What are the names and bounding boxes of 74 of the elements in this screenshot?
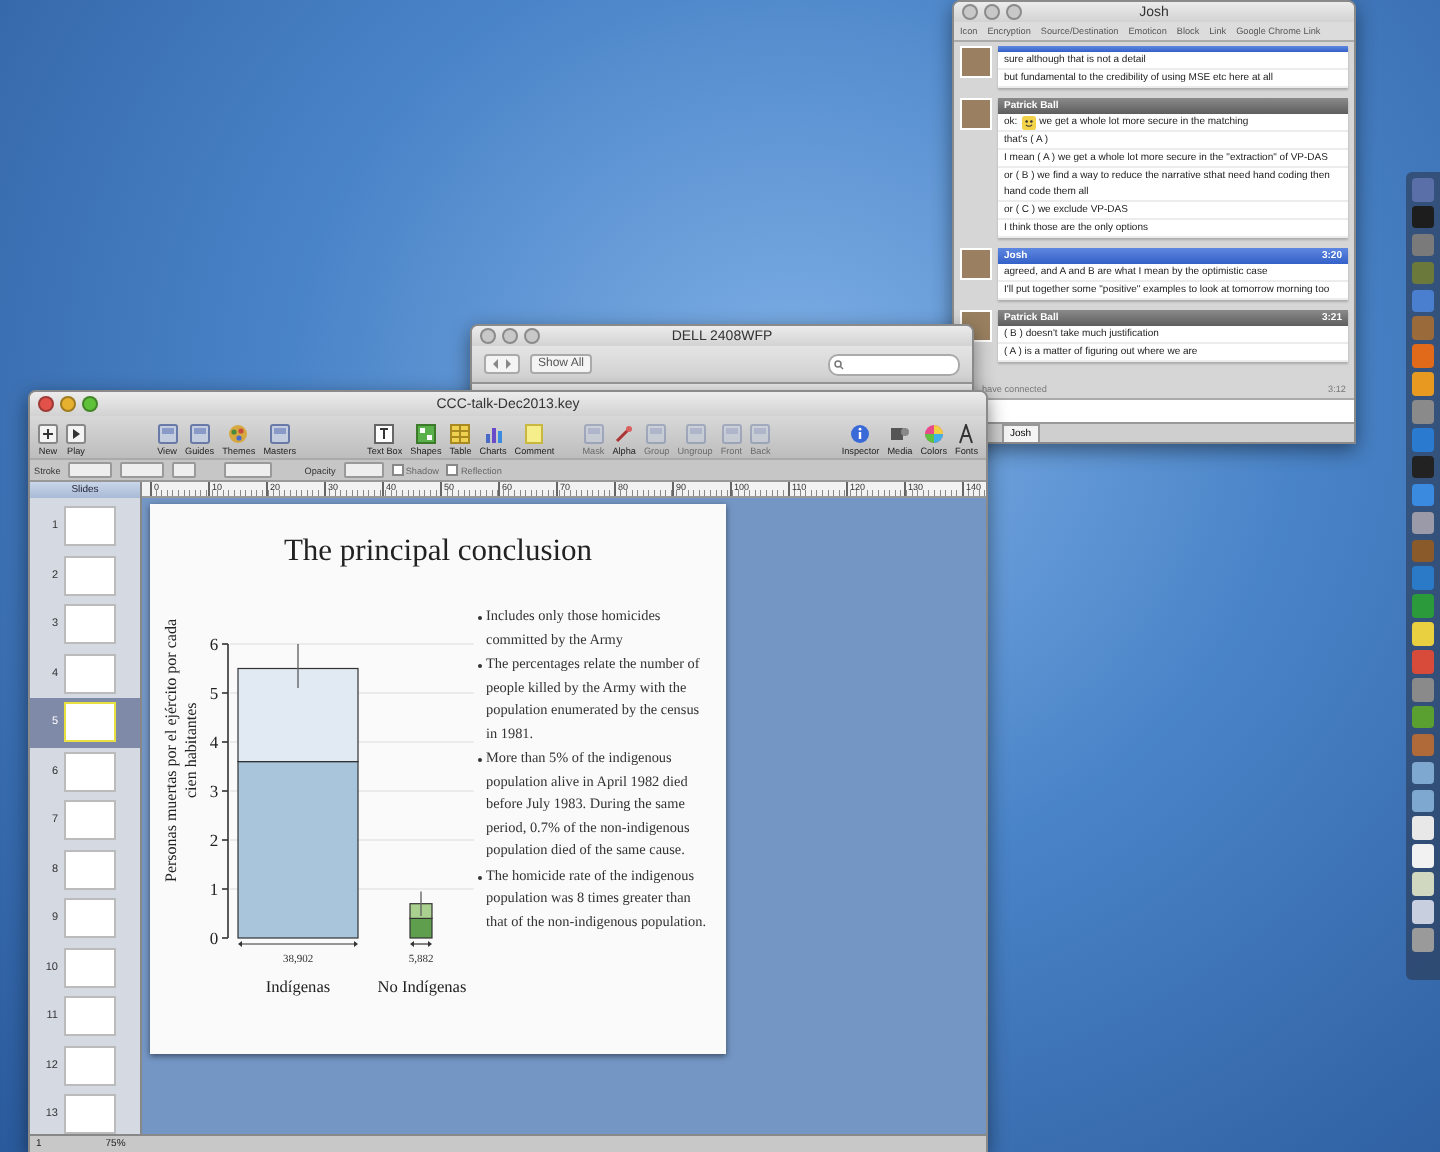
app-icon[interactable] [1411, 900, 1435, 924]
slide-thumbnail [64, 947, 116, 988]
window-icon [157, 424, 178, 444]
app-icon[interactable] [1411, 844, 1435, 868]
search-field[interactable] [828, 353, 960, 375]
slide-icon [269, 424, 290, 444]
avatar-placeholder [960, 98, 992, 130]
message-input-field[interactable] [988, 398, 1354, 422]
slide-thumbnail [64, 996, 116, 1037]
note-icon [524, 424, 545, 444]
close-button[interactable] [962, 4, 978, 20]
play-icon [66, 424, 86, 444]
tick-label: 6 [209, 634, 219, 654]
slide-thumbnail [64, 653, 116, 694]
slide-thumbnail [64, 604, 116, 645]
back-forward-button[interactable] [484, 354, 520, 374]
info-icon [850, 424, 871, 444]
shapes-icon [415, 424, 436, 444]
zoom-button[interactable] [82, 396, 98, 412]
tick-label: 5 [209, 683, 219, 703]
app-icon[interactable] [1411, 872, 1435, 896]
stroke-dropdown[interactable] [68, 462, 113, 478]
app-icon[interactable] [1411, 761, 1435, 785]
media-icon [889, 424, 910, 444]
color-wheel-icon [923, 424, 944, 444]
slide-thumbnail [64, 555, 116, 596]
category-label: Indígenas [265, 978, 331, 996]
slide-thumbnail [64, 1094, 116, 1134]
slide-thumbnail [64, 800, 116, 841]
search-icon [834, 359, 844, 369]
tick-label: 0 [209, 928, 219, 948]
text-box-icon [374, 424, 395, 444]
zoom-button[interactable] [524, 328, 540, 344]
slide-thumbnail [64, 751, 116, 792]
wand-icon [614, 424, 635, 444]
palette-icon [228, 424, 249, 444]
width-arrow [238, 941, 358, 947]
table-icon [450, 424, 471, 444]
width-arrow [410, 941, 432, 947]
tick-label: 1 [209, 879, 219, 899]
stroke-width-dropdown[interactable] [120, 462, 165, 478]
stroke-color-well[interactable] [172, 462, 197, 478]
slide-thumbnail [64, 898, 116, 939]
slide-title: The principal conclusion [283, 534, 593, 570]
smiley-icon [1021, 115, 1036, 129]
minimize-button[interactable] [502, 328, 518, 344]
minimize-button[interactable] [984, 4, 1000, 20]
axis-title: Personas muertas por el ejército por cada cien habitantes [162, 616, 202, 886]
opacity-dropdown[interactable] [343, 462, 384, 478]
app-icon[interactable] [1411, 622, 1435, 646]
tick-label: 4 [209, 732, 219, 752]
slide-thumbnail [64, 506, 116, 547]
zoom-button[interactable] [1006, 4, 1022, 20]
app-icon[interactable] [1411, 928, 1435, 952]
slide-thumbnail [64, 849, 116, 890]
bar-chart-icon [483, 424, 504, 444]
close-button[interactable] [480, 328, 496, 344]
app-icon[interactable] [1411, 789, 1435, 813]
slide-thumbnail [64, 1045, 116, 1086]
tick-label: 2 [209, 830, 219, 850]
avatar-placeholder [960, 46, 992, 78]
close-button[interactable] [38, 396, 54, 412]
bar [409, 917, 433, 939]
minimize-button[interactable] [60, 396, 76, 412]
plus-icon [38, 424, 58, 444]
arrows-icon [492, 358, 512, 370]
font-icon [956, 424, 977, 444]
slide-thumbnail [64, 702, 116, 743]
category-label: No Indígenas [377, 978, 467, 996]
tick-label: 3 [209, 781, 219, 801]
avatar-placeholder [960, 248, 992, 280]
app-icon[interactable] [1411, 372, 1435, 396]
app-icon[interactable] [1411, 816, 1435, 840]
line-end-dropdown[interactable] [224, 462, 273, 478]
